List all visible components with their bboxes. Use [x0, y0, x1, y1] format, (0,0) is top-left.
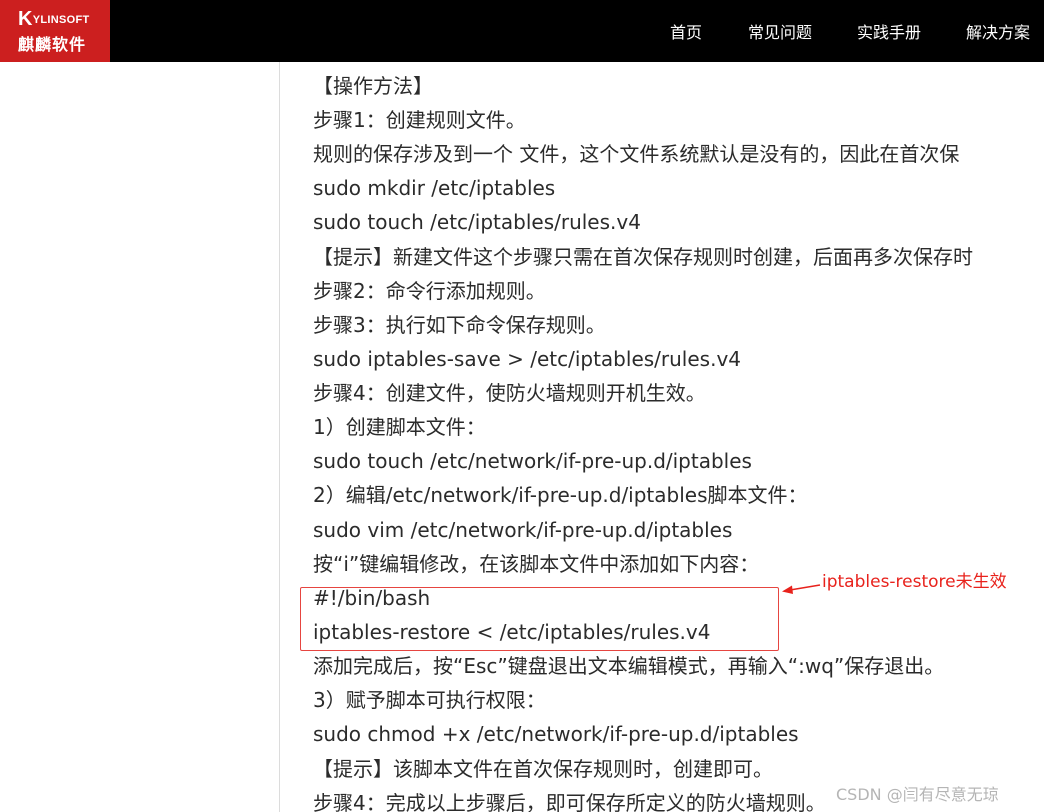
article-line: 步骤3：执行如下命令保存规则。 — [313, 313, 606, 337]
main-nav: 首页 常见问题 实践手册 解决方案 — [0, 0, 1044, 62]
annotation-label: iptables-restore未生效 — [822, 572, 1007, 592]
top-navigation-bar: KYLINSOFT 麒麟软件 首页 常见问题 实践手册 解决方案 — [0, 0, 1044, 62]
article-line: 3）赋予脚本可执行权限： — [313, 688, 546, 712]
nav-item-manual[interactable]: 实践手册 — [857, 19, 921, 43]
nav-item-home[interactable]: 首页 — [670, 19, 702, 43]
article-line: 2）编辑/etc/network/if-pre-up.d/iptables脚本文… — [313, 483, 808, 507]
watermark: CSDN @闫有尽意无琼 — [836, 785, 999, 804]
article-line: 添加完成后，按“Esc”键盘退出文本编辑模式，再输入“:wq”保存退出。 — [313, 654, 945, 678]
article-line: 按“i”键编辑修改，在该脚本文件中添加如下内容： — [313, 552, 760, 576]
article-content: 【操作方法】 步骤1：创建规则文件。 规则的保存涉及到一个 文件，这个文件系统默… — [313, 62, 1044, 812]
code-line: sudo chmod +x /etc/network/if-pre-up.d/i… — [313, 722, 799, 746]
article-line: 规则的保存涉及到一个 文件，这个文件系统默认是没有的，因此在首次保 — [313, 142, 960, 166]
nav-item-faq[interactable]: 常见问题 — [748, 19, 812, 43]
article-line: 步骤4：完成以上步骤后，即可保存所定义的防火墙规则。 — [313, 791, 826, 812]
code-line: sudo mkdir /etc/iptables — [313, 176, 556, 200]
article-line: 【提示】新建文件这个步骤只需在首次保存规则时创建，后面再多次保存时 — [313, 245, 973, 269]
code-line: sudo touch /etc/iptables/rules.v4 — [313, 210, 641, 234]
article-line: 1）创建脚本文件： — [313, 415, 486, 439]
nav-item-solutions[interactable]: 解决方案 — [966, 19, 1030, 43]
left-sidebar — [0, 62, 280, 812]
code-line: sudo touch /etc/network/if-pre-up.d/ipta… — [313, 449, 752, 473]
article-line: 步骤1：创建规则文件。 — [313, 108, 526, 132]
article-line: 步骤2：命令行添加规则。 — [313, 279, 546, 303]
article-line: 【提示】该脚本文件在首次保存规则时，创建即可。 — [313, 757, 773, 781]
annotation-arrow-icon — [782, 584, 821, 594]
code-line: sudo vim /etc/network/if-pre-up.d/iptabl… — [313, 518, 733, 542]
code-line: sudo iptables-save > /etc/iptables/rules… — [313, 347, 741, 371]
article-line: 【操作方法】 — [313, 74, 433, 98]
highlight-box — [300, 587, 779, 651]
article-line: 步骤4：创建文件，使防火墙规则开机生效。 — [313, 381, 706, 405]
